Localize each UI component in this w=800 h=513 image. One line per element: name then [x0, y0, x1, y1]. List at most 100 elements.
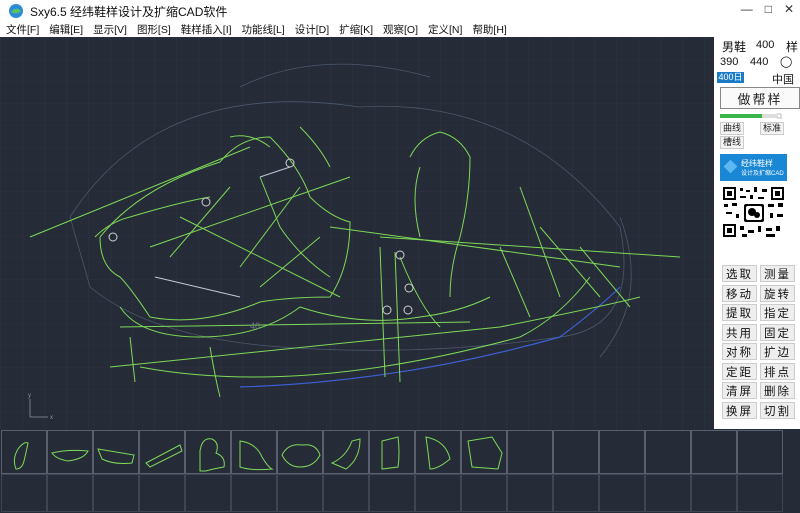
menu-view[interactable]: 显示[V]	[93, 22, 127, 37]
piece-slot-row2-2[interactable]	[47, 474, 93, 512]
menu-insert-pattern[interactable]: 鞋样插入[I]	[181, 22, 232, 37]
piece-shape-1	[13, 442, 29, 470]
tool-share[interactable]: 共用	[722, 324, 757, 341]
copy-icon[interactable]: ⧉	[776, 111, 786, 121]
piece-shape-9	[381, 436, 400, 470]
progress-bar	[720, 114, 776, 118]
piece-slot-row2-6[interactable]	[231, 474, 277, 512]
piece-shape-4	[145, 444, 183, 468]
tool-symmetry[interactable]: 对称	[722, 343, 757, 360]
value-390[interactable]: 390	[720, 56, 738, 68]
right-panel: 男鞋 400 样 390 440 ◯ 400日 中国 做帮样 ⧉ 曲线 标准 槽…	[714, 37, 800, 429]
piece-thumb-4[interactable]	[139, 430, 185, 474]
qr-code-icon	[722, 186, 785, 238]
piece-thumb-9[interactable]	[369, 430, 415, 474]
circle-option-icon[interactable]: ◯	[780, 55, 792, 68]
piece-slot-row2-9[interactable]	[369, 474, 415, 512]
tool-fixed-distance[interactable]: 定距	[722, 363, 757, 380]
piece-shape-7	[281, 444, 321, 468]
tool-expand-edge[interactable]: 扩边	[760, 343, 795, 360]
piece-thumb-8[interactable]	[323, 430, 369, 474]
piece-slot-row2-11[interactable]	[461, 474, 507, 512]
piece-thumb-7[interactable]	[277, 430, 323, 474]
maximize-button[interactable]: □	[765, 2, 772, 16]
piece-slot-17[interactable]	[737, 430, 783, 474]
close-button[interactable]: ✕	[784, 2, 794, 16]
piece-slot-row2-4[interactable]	[139, 474, 185, 512]
drawing-canvas[interactable]: 40 y x	[0, 37, 714, 429]
tool-clear-screen[interactable]: 清屏	[722, 382, 757, 399]
menu-define[interactable]: 定义[N]	[428, 22, 462, 37]
piece-slot-15[interactable]	[645, 430, 691, 474]
tag-standard[interactable]: 标准	[760, 122, 785, 135]
piece-thumb-2[interactable]	[47, 430, 93, 474]
piece-slot-row2-8[interactable]	[323, 474, 369, 512]
piece-thumb-3[interactable]	[93, 430, 139, 474]
piece-thumb-1[interactable]	[1, 430, 47, 474]
piece-shape-8	[330, 438, 361, 470]
piece-slot-12[interactable]	[507, 430, 553, 474]
piece-slot-row2-13[interactable]	[553, 474, 599, 512]
tool-extract[interactable]: 提取	[722, 304, 757, 321]
minimize-button[interactable]: —	[741, 2, 753, 16]
size-badge[interactable]: 400日	[717, 72, 744, 83]
piece-slot-row2-5[interactable]	[185, 474, 231, 512]
tag-curve[interactable]: 曲线	[720, 122, 745, 135]
piece-slot-row2-10[interactable]	[415, 474, 461, 512]
brand-logo: 经纬鞋样 设计及扩缩CAD	[720, 154, 787, 181]
piece-slot-row2-16[interactable]	[691, 474, 737, 512]
piece-slot-16[interactable]	[691, 430, 737, 474]
menu-edit[interactable]: 编辑[E]	[49, 22, 83, 37]
piece-slot-row2-15[interactable]	[645, 474, 691, 512]
menu-shape[interactable]: 图形[S]	[137, 22, 171, 37]
piece-slot-14[interactable]	[599, 430, 645, 474]
tool-delete[interactable]: 删除	[760, 382, 795, 399]
gender-label[interactable]: 男鞋	[722, 38, 746, 55]
tool-select[interactable]: 选取	[722, 265, 757, 282]
region-label[interactable]: 中国	[772, 71, 794, 87]
piece-shape-6	[239, 440, 274, 471]
piece-thumb-5[interactable]	[185, 430, 231, 474]
piece-slot-row2-17[interactable]	[737, 474, 783, 512]
cube-icon	[723, 159, 738, 174]
tool-cut[interactable]: 切割	[760, 402, 795, 419]
size-code[interactable]: 400	[756, 39, 774, 51]
value-440[interactable]: 440	[750, 56, 768, 68]
tool-fix[interactable]: 固定	[760, 324, 795, 341]
piece-shape-3	[97, 448, 135, 464]
tool-arrange-points[interactable]: 排点	[760, 363, 795, 380]
menu-function-line[interactable]: 功能线[L]	[242, 22, 285, 37]
dimension-label: 40	[250, 321, 260, 331]
menu-file[interactable]: 文件[F]	[6, 22, 39, 37]
window-title: Sxy6.5 经纬鞋样设计及扩缩CAD软件	[30, 4, 228, 19]
piece-thumb-10[interactable]	[415, 430, 461, 474]
menu-observe[interactable]: 观察[O]	[383, 22, 418, 37]
menu-help[interactable]: 帮助[H]	[472, 22, 506, 37]
piece-shape-10	[425, 436, 451, 470]
piece-thumb-6[interactable]	[231, 430, 277, 474]
piece-shape-2	[51, 449, 89, 462]
axis-x-label: x	[50, 415, 53, 421]
axis-y-label: y	[28, 393, 31, 399]
piece-slot-13[interactable]	[553, 430, 599, 474]
piece-slot-row2-7[interactable]	[277, 474, 323, 512]
tool-specify[interactable]: 指定	[760, 304, 795, 321]
piece-slot-row2-14[interactable]	[599, 474, 645, 512]
piece-slot-row2-12[interactable]	[507, 474, 553, 512]
tag-groove[interactable]: 槽线	[720, 136, 745, 149]
menu-grading[interactable]: 扩缩[K]	[339, 22, 373, 37]
app-logo-icon	[9, 4, 23, 18]
tool-switch-screen[interactable]: 换屏	[722, 402, 757, 419]
title-bar: Sxy6.5 经纬鞋样设计及扩缩CAD软件 — □ ✕	[0, 0, 800, 22]
piece-slot-row2-3[interactable]	[93, 474, 139, 512]
make-pattern-button[interactable]: 做帮样	[720, 87, 800, 109]
piece-slot-row2-1[interactable]	[1, 474, 47, 512]
tool-rotate[interactable]: 旋转	[760, 285, 795, 302]
pattern-piece-bar	[0, 429, 800, 513]
menu-design[interactable]: 设计[D]	[295, 22, 329, 37]
logo-line2: 设计及扩缩CAD	[741, 171, 784, 177]
piece-thumb-11[interactable]	[461, 430, 507, 474]
tool-move[interactable]: 移动	[722, 285, 757, 302]
style-label: 样	[786, 40, 799, 54]
tool-measure[interactable]: 测量	[760, 265, 795, 282]
